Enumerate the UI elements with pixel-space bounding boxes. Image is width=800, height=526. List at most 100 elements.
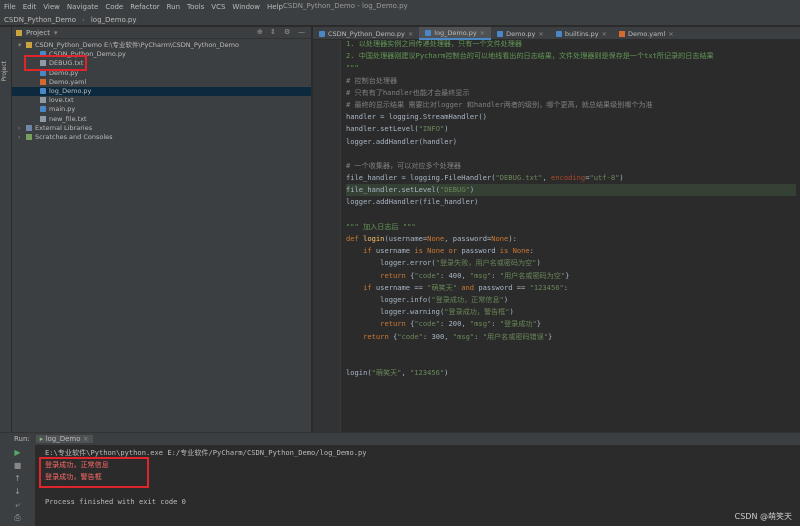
project-tool-button[interactable]: Project (1, 61, 8, 82)
code-token: : (491, 319, 500, 329)
code-token: ) (509, 307, 514, 317)
code-line: # 只有有了handler也能才会最终显示 (346, 87, 796, 99)
code-token: # 控制台处理器 (346, 75, 398, 85)
file-icon (425, 29, 432, 36)
up-icon[interactable]: ↑ (13, 474, 23, 484)
code-token: logger.warning( (346, 307, 445, 317)
code-line: login("萌笑天", "123456") (346, 367, 796, 379)
code-token: username == (375, 282, 428, 292)
code-token: : (474, 331, 483, 341)
tree-item[interactable]: log_Demo.py (12, 86, 311, 97)
code-token: logger.addHandler(handler) (346, 136, 458, 146)
rerun-icon[interactable]: ▶ (13, 448, 23, 458)
code-line: return {"code": 300, "msg": "用户名或密码错误"} (346, 331, 796, 343)
down-icon[interactable]: ↓ (13, 487, 23, 497)
run-config-tab[interactable]: ▸ log_Demo × (35, 435, 93, 443)
chevron-down-icon[interactable]: ▾ (54, 29, 58, 37)
chevron-icon[interactable]: ▾ (18, 41, 26, 50)
file-txt-icon (40, 97, 46, 104)
highlight-box-debug-file (24, 55, 87, 71)
menu-file[interactable]: File (4, 3, 16, 11)
stop-icon[interactable]: ■ (13, 461, 23, 471)
code-line: return {"code": 200, "msg": "登录成功"} (346, 318, 796, 330)
code-token: handler = logging.StreamHandler() (346, 112, 487, 122)
code-line: if username is None or password is None: (346, 245, 796, 257)
file-icon (619, 30, 626, 37)
close-icon[interactable]: × (538, 30, 543, 38)
tree-item-label: new_file.txt (49, 114, 87, 123)
code-token: : 300, (422, 331, 453, 341)
tree-item-label: CSDN_Python_Demo E:\专业软件\PyCharm\CSDN_Py… (35, 41, 239, 49)
code-token: if (363, 282, 376, 292)
wrap-icon[interactable]: ⤶ (13, 500, 23, 510)
code-token: """ 加入日志后 """ (346, 221, 416, 231)
menu-code[interactable]: Code (105, 3, 123, 11)
code-token: ): (508, 234, 517, 243)
code-token: logger.info( (346, 294, 432, 304)
file-py-icon (40, 87, 46, 94)
highlight-box-output (39, 457, 149, 488)
code-token: "INFO" (418, 124, 445, 134)
code-token: file_handler = logging.FileHandler( (346, 173, 496, 183)
close-icon[interactable]: × (83, 435, 89, 443)
menu-refactor[interactable]: Refactor (130, 3, 159, 11)
chevron-icon[interactable]: › (18, 124, 26, 133)
tree-item[interactable]: main.py (12, 105, 311, 114)
code-token: password == (478, 282, 530, 292)
code-token: "123456" (410, 368, 445, 378)
tab-label: Demo.py (506, 29, 536, 38)
hide-icon[interactable]: — (298, 28, 305, 36)
code-token: "登录成功" (499, 319, 537, 329)
tree-item[interactable]: love.txt (12, 96, 311, 105)
close-icon[interactable]: × (408, 30, 413, 38)
file-py-icon (40, 106, 46, 113)
tab-label: log_Demo.py (434, 28, 477, 37)
breadcrumb-project[interactable]: CSDN_Python_Demo (4, 16, 76, 24)
menu-vcs[interactable]: VCS (211, 3, 225, 11)
chevron-icon[interactable]: › (18, 133, 26, 142)
window-title: CSDN_Python_Demo - log_Demo.py (283, 2, 408, 10)
code-token: "萌笑天" (427, 282, 457, 292)
code-token: ) (619, 173, 624, 183)
code-token: "msg" (469, 270, 492, 280)
code-token: } (565, 270, 570, 280)
code-line: logger.error("登录失败，用户名或密码为空") (346, 257, 796, 269)
code-token: : 400, (439, 270, 470, 280)
close-icon[interactable]: × (602, 30, 607, 38)
menu-view[interactable]: View (43, 3, 60, 11)
code-line: handler.setLevel("INFO") (346, 123, 796, 135)
gear-icon[interactable]: ⚙ (284, 28, 290, 36)
menu-edit[interactable]: Edit (23, 3, 37, 11)
project-panel-title[interactable]: Project (26, 29, 50, 37)
menu-help[interactable]: Help (267, 3, 283, 11)
tree-item[interactable]: new_file.txt (12, 115, 311, 124)
menu-tools[interactable]: Tools (187, 3, 204, 11)
menu-navigate[interactable]: Navigate (67, 3, 98, 11)
code-token: 2. 中国处理器刚建议Pycharm控制台的可以地线看出的日志结果，文件处理器则… (346, 51, 714, 61)
close-icon[interactable]: × (480, 29, 485, 37)
code-token: logger.error( (346, 258, 436, 268)
tree-item[interactable]: ▾ CSDN_Python_Demo E:\专业软件\PyCharm\CSDN_P… (12, 41, 311, 50)
code-token: """ (346, 63, 359, 73)
menu-run[interactable]: Run (167, 3, 180, 11)
code-token: and (456, 282, 479, 292)
print-icon[interactable]: ⎙ (13, 513, 23, 523)
code-token: login (363, 234, 385, 243)
menu-window[interactable]: Window (232, 3, 260, 11)
code-editor[interactable]: 1. 以处理器实例之间传递处理器，只有一个文件处理器 2. 中国处理器刚建议Pyc… (346, 38, 796, 379)
locate-icon[interactable]: ⊕ (257, 28, 263, 36)
close-icon[interactable]: × (668, 30, 673, 38)
code-token: (username= (384, 234, 428, 243)
code-line: # 一个收集器，可以对应多个处理器 (346, 160, 796, 172)
tree-item[interactable]: › External Libraries (12, 124, 311, 133)
breadcrumb-file[interactable]: log_Demo.py (91, 16, 137, 24)
left-tool-strip: Project (0, 27, 12, 432)
collapse-all-icon[interactable]: ⇕ (270, 28, 276, 36)
tree-item[interactable]: › Scratches and Consoles (12, 133, 311, 142)
tree-item[interactable]: Demo.yaml (12, 78, 311, 87)
tree-item-label: love.txt (49, 96, 74, 105)
